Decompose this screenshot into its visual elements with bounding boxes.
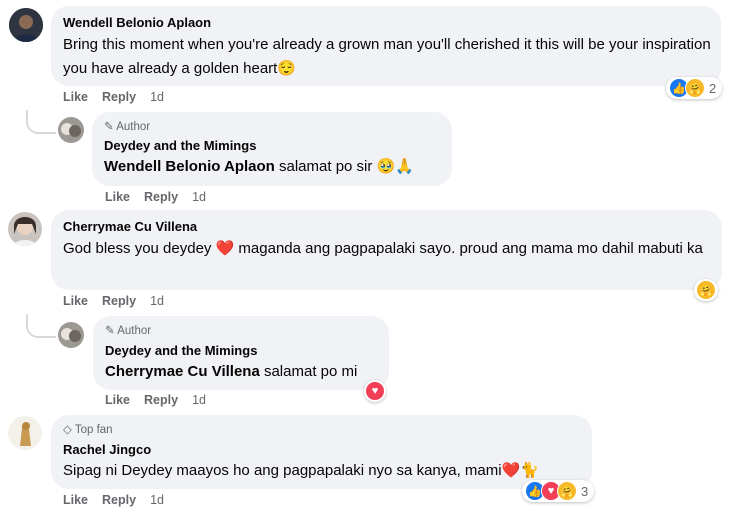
avatar[interactable] — [58, 117, 84, 143]
comment-author[interactable]: Cherrymae Cu Villena — [63, 219, 197, 234]
care-icon: 🤗 — [685, 78, 705, 98]
comment-bubble: Cherrymae Cu Villena God bless you deyde… — [51, 210, 722, 290]
comment-author[interactable]: Rachel Jingco — [63, 442, 151, 457]
author-badge: ✎ Author — [104, 121, 151, 133]
reply-button[interactable]: Reply — [102, 90, 136, 104]
reaction-count: 3 — [581, 483, 589, 499]
top-fan-badge: ◇ Top fan — [63, 424, 113, 436]
reaction-summary[interactable]: 🤗 — [694, 279, 718, 301]
like-button[interactable]: Like — [63, 90, 88, 104]
reply-text: Wendell Belonio Aplaon salamat po sir 🥹🙏 — [104, 158, 414, 175]
reply-bubble: ✎ Author Deydey and the Mimings Cherryma… — [93, 316, 389, 390]
comment-text: God bless you deydey ❤️ maganda ang pagp… — [63, 240, 703, 257]
reaction-summary[interactable]: 👍 🤗 2 — [666, 77, 723, 99]
reaction-summary[interactable]: ♥ — [364, 380, 386, 402]
timestamp[interactable]: 1d — [150, 294, 164, 308]
avatar[interactable] — [9, 8, 43, 42]
thread-line — [26, 110, 56, 134]
reply-actions: Like Reply 1d — [105, 393, 220, 407]
reaction-count: 2 — [709, 80, 717, 96]
timestamp[interactable]: 1d — [192, 393, 206, 407]
reply-author[interactable]: Deydey and the Mimings — [104, 138, 256, 153]
like-button[interactable]: Like — [63, 493, 88, 507]
avatar[interactable] — [8, 416, 42, 450]
timestamp[interactable]: 1d — [192, 190, 206, 204]
author-badge: ✎ Author — [105, 325, 152, 337]
reply-actions: Like Reply 1d — [105, 190, 220, 204]
comment-bubble: ◇ Top fan Rachel Jingco Sipag ni Deydey … — [51, 415, 592, 489]
comment-actions: Like Reply 1d — [63, 90, 178, 104]
reply-bubble: ✎ Author Deydey and the Mimings Wendell … — [92, 112, 452, 186]
reply-button[interactable]: Reply — [102, 493, 136, 507]
mention-link[interactable]: Wendell Belonio Aplaon — [104, 158, 275, 175]
timestamp[interactable]: 1d — [150, 90, 164, 104]
reply-button[interactable]: Reply — [144, 190, 178, 204]
care-icon: 🤗 — [696, 280, 716, 300]
avatar[interactable] — [58, 322, 84, 348]
comment-actions: Like Reply 1d — [63, 294, 178, 308]
reply-button[interactable]: Reply — [102, 294, 136, 308]
timestamp[interactable]: 1d — [150, 493, 164, 507]
reply-author[interactable]: Deydey and the Mimings — [105, 343, 257, 358]
comment-text: Bring this moment when you're already a … — [63, 36, 711, 77]
love-icon: ♥ — [365, 381, 385, 401]
thread-line — [26, 314, 56, 338]
comment-author[interactable]: Wendell Belonio Aplaon — [63, 15, 211, 30]
pencil-icon: ✎ — [104, 121, 114, 133]
like-button[interactable]: Like — [105, 393, 130, 407]
comment-bubble: Wendell Belonio Aplaon Bring this moment… — [51, 6, 721, 86]
like-button[interactable]: Like — [63, 294, 88, 308]
reply-button[interactable]: Reply — [144, 393, 178, 407]
avatar[interactable] — [8, 212, 42, 246]
diamond-icon: ◇ — [63, 424, 72, 436]
comment-text: Sipag ni Deydey maayos ho ang pagpapalak… — [63, 462, 539, 479]
comment-actions: Like Reply 1d — [63, 493, 178, 507]
reply-text: Cherrymae Cu Villena salamat po mi — [105, 363, 358, 380]
pencil-icon: ✎ — [105, 325, 115, 337]
reaction-summary[interactable]: 👍 ♥ 🤗 3 — [522, 480, 595, 502]
care-icon: 🤗 — [557, 481, 577, 501]
like-button[interactable]: Like — [105, 190, 130, 204]
mention-link[interactable]: Cherrymae Cu Villena — [105, 363, 260, 380]
